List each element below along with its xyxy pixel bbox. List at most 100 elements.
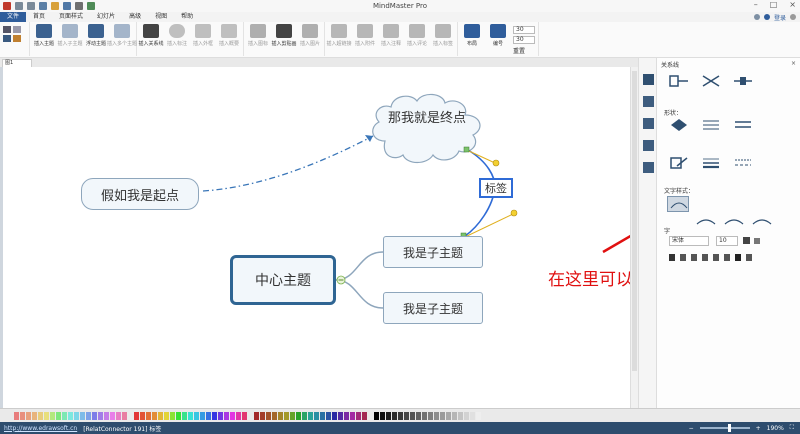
color-swatch[interactable] — [236, 412, 241, 420]
color-swatch[interactable] — [86, 412, 91, 420]
insert-clipart-button[interactable]: 插入剪贴画 — [272, 24, 297, 47]
color-swatch[interactable] — [230, 412, 235, 420]
color-swatch[interactable] — [134, 412, 139, 420]
color-swatch[interactable] — [116, 412, 121, 420]
document-tab[interactable]: 图1 — [2, 59, 32, 67]
color-swatch[interactable] — [164, 412, 169, 420]
list-format-icon[interactable] — [713, 254, 719, 261]
color-swatch[interactable] — [110, 412, 115, 420]
italic-icon[interactable] — [680, 254, 686, 261]
new-icon[interactable] — [39, 2, 47, 10]
color-swatch[interactable] — [314, 412, 319, 420]
color-swatch[interactable] — [338, 412, 343, 420]
color-swatch[interactable] — [386, 412, 391, 420]
vertical-spacing-input[interactable]: 30 — [513, 36, 535, 44]
insert-callout-button[interactable]: 插入标注 — [166, 24, 188, 47]
start-topic[interactable]: 假如我是起点 — [81, 178, 199, 210]
zoom-slider-knob[interactable] — [727, 424, 731, 432]
color-swatch[interactable] — [26, 412, 31, 420]
relation-label[interactable]: 标签 — [479, 178, 513, 198]
color-swatch[interactable] — [374, 412, 379, 420]
label-arc-style-3[interactable] — [723, 214, 745, 226]
color-swatch[interactable] — [146, 412, 151, 420]
bold-icon[interactable] — [669, 254, 675, 261]
color-swatch[interactable] — [446, 412, 451, 420]
insert-tag-button[interactable]: 插入标签 — [432, 24, 454, 47]
layout-button[interactable]: 布局 — [461, 24, 483, 47]
outline-icon[interactable] — [643, 140, 654, 151]
bell-icon[interactable] — [753, 14, 760, 20]
task-icon[interactable] — [643, 162, 654, 173]
color-swatch[interactable] — [74, 412, 79, 420]
redo-icon[interactable] — [27, 2, 35, 10]
shape-lines-button-2[interactable] — [733, 118, 753, 132]
connector-style-2[interactable] — [701, 74, 721, 88]
floating-topic-button[interactable]: 浮动主题 — [85, 24, 107, 47]
vertical-scrollbar[interactable] — [630, 67, 638, 408]
insert-topic-button[interactable]: 插入主题 — [33, 24, 55, 47]
login-link[interactable]: 登录 — [774, 13, 786, 22]
insert-image-button[interactable]: 插入图片 — [299, 24, 321, 47]
color-swatch[interactable] — [218, 412, 223, 420]
insert-hyperlink-button[interactable]: 插入超链接 — [327, 24, 352, 47]
endpoint-handle-start[interactable] — [463, 146, 470, 153]
color-swatch[interactable] — [140, 412, 145, 420]
color-swatch[interactable] — [416, 412, 421, 420]
color-swatch[interactable] — [440, 412, 445, 420]
undo-icon[interactable] — [15, 2, 23, 10]
open-icon[interactable] — [51, 2, 59, 10]
save-icon[interactable] — [63, 2, 71, 10]
color-swatch[interactable] — [356, 412, 361, 420]
insert-subtopic-button[interactable]: 插入子主题 — [58, 24, 83, 47]
color-swatch[interactable] — [98, 412, 103, 420]
color-swatch[interactable] — [212, 412, 217, 420]
color-swatch[interactable] — [200, 412, 205, 420]
connector-style-1[interactable] — [669, 74, 689, 88]
color-swatch[interactable] — [302, 412, 307, 420]
format-brush-icon[interactable] — [643, 74, 654, 85]
color-swatch[interactable] — [92, 412, 97, 420]
color-swatch[interactable] — [158, 412, 163, 420]
color-swatch[interactable] — [350, 412, 355, 420]
fit-page-icon[interactable]: ⛶ — [790, 424, 794, 432]
subtopic-1[interactable]: 我是子主题 — [383, 236, 483, 268]
format-painter-icon[interactable] — [13, 35, 21, 42]
insert-comment-button[interactable]: 插入评论 — [406, 24, 428, 47]
color-swatch[interactable] — [428, 412, 433, 420]
export-icon[interactable] — [87, 2, 95, 10]
control-handle-bottom[interactable] — [510, 209, 518, 217]
color-swatch[interactable] — [410, 412, 415, 420]
connector-style-3[interactable] — [733, 74, 753, 88]
font-size-select[interactable]: 10 — [716, 236, 738, 246]
color-swatch[interactable] — [260, 412, 265, 420]
color-swatch[interactable] — [320, 412, 325, 420]
color-swatch[interactable] — [452, 412, 457, 420]
underline-icon[interactable] — [691, 254, 697, 261]
subtopic-2[interactable]: 我是子主题 — [383, 292, 483, 324]
menu-slides[interactable]: 幻灯片 — [90, 12, 122, 22]
close-icon[interactable]: × — [789, 0, 796, 9]
highlight-icon[interactable] — [746, 254, 752, 261]
mindmap-canvas[interactable]: 假如我是起点 那我就是终点 中心主题 我是子主题 我是子主题 标签 在这里可以修… — [0, 67, 735, 408]
line-weight-button[interactable] — [701, 156, 721, 170]
color-swatch[interactable] — [32, 412, 37, 420]
color-swatch[interactable] — [242, 412, 247, 420]
insert-relation-button[interactable]: 插入关系线 — [139, 24, 164, 47]
control-handle-top[interactable] — [492, 159, 500, 167]
color-swatch[interactable] — [206, 412, 211, 420]
zoom-out-icon[interactable]: − — [689, 425, 694, 432]
color-swatch[interactable] — [458, 412, 463, 420]
color-swatch[interactable] — [278, 412, 283, 420]
insert-attachment-button[interactable]: 插入附件 — [354, 24, 376, 47]
scrollbar-thumb[interactable] — [632, 71, 637, 371]
line-dash-button[interactable] — [733, 156, 753, 170]
color-swatch[interactable] — [188, 412, 193, 420]
color-swatch[interactable] — [272, 412, 277, 420]
reset-button[interactable]: 重置 — [513, 46, 535, 55]
font-family-select[interactable]: 宋体 — [669, 236, 709, 246]
paste-icon[interactable] — [3, 35, 11, 42]
font-grow-icon[interactable] — [743, 237, 750, 244]
color-swatch[interactable] — [182, 412, 187, 420]
shape-lines-button-1[interactable] — [701, 118, 721, 132]
label-arc-style-2[interactable] — [695, 214, 717, 226]
